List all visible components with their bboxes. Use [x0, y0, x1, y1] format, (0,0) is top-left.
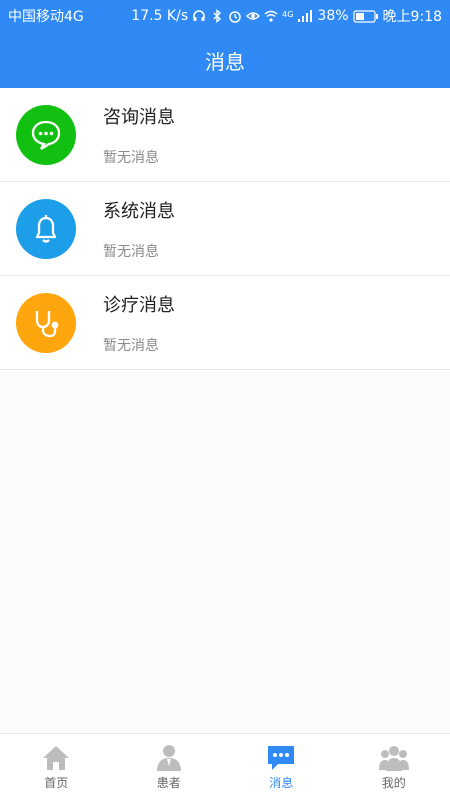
- signal-strength-icon: [298, 10, 313, 22]
- home-icon: [43, 745, 70, 770]
- profile-icon: [378, 745, 409, 771]
- bottom-tab-bar: 首页 患者 消息 我的: [0, 733, 450, 800]
- battery-icon: [352, 9, 378, 23]
- tab-patients[interactable]: 患者: [113, 734, 226, 800]
- tab-home[interactable]: 首页: [0, 734, 113, 800]
- bluetooth-icon: [213, 9, 222, 23]
- carrier-text: 中国移动4G: [8, 9, 84, 25]
- chat-bubble-icon: [16, 104, 76, 165]
- item-title: 诊疗消息: [103, 294, 175, 316]
- patient-icon: [156, 744, 181, 771]
- tab-label: 我的: [381, 775, 406, 790]
- tab-label: 首页: [44, 775, 69, 790]
- headset-icon: [193, 10, 205, 21]
- battery-percentage: 38%: [317, 8, 349, 24]
- alarm-icon: [229, 11, 241, 23]
- clock: 晚上9:18: [382, 9, 442, 25]
- item-subtitle: 暂无消息: [103, 337, 159, 354]
- tab-messages[interactable]: 消息: [225, 734, 338, 800]
- bell-icon: [16, 198, 76, 259]
- diagnosis-message-item[interactable]: 诊疗消息 暂无消息: [0, 276, 450, 370]
- status-right: 17.5 K/s 4G 38% 晚上9:18: [131, 6, 442, 26]
- item-title: 咨询消息: [103, 106, 175, 128]
- tab-profile[interactable]: 我的: [338, 734, 450, 800]
- app-header: 消息: [0, 32, 450, 88]
- message-icon: [268, 745, 295, 770]
- wifi-icon: [264, 10, 278, 22]
- empty-content-area: [0, 372, 450, 734]
- stethoscope-icon: [16, 292, 76, 353]
- eye-icon: [246, 12, 261, 20]
- signal-type: 4G: [282, 10, 294, 19]
- page-title: 消息: [205, 49, 245, 74]
- item-title: 系统消息: [103, 200, 175, 222]
- item-subtitle: 暂无消息: [103, 243, 159, 260]
- message-list: 咨询消息 暂无消息 系统消息 暂无消息 诊疗消息 暂无消息: [0, 88, 450, 370]
- consult-message-item[interactable]: 咨询消息 暂无消息: [0, 88, 450, 182]
- tab-label: 消息: [269, 775, 294, 790]
- network-speed: 17.5 K/s: [131, 8, 189, 24]
- system-message-item[interactable]: 系统消息 暂无消息: [0, 182, 450, 276]
- item-subtitle: 暂无消息: [103, 149, 159, 166]
- status-bar: 中国移动4G 17.5 K/s 4G 38% 晚上9:18: [0, 0, 450, 32]
- tab-label: 患者: [156, 775, 181, 790]
